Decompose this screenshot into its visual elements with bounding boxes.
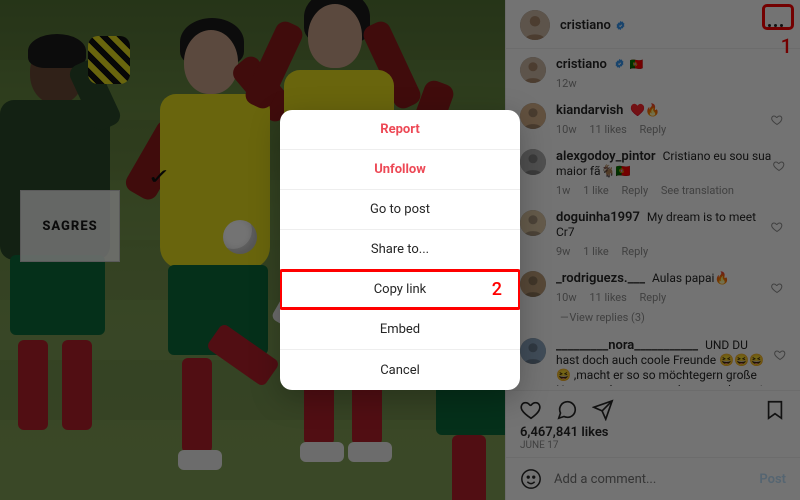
modal-overlay[interactable]: ReportUnfollowGo to postShare to...Copy … xyxy=(0,0,800,500)
options-menu: ReportUnfollowGo to postShare to...Copy … xyxy=(280,110,520,390)
annotation-label-2: 2 xyxy=(492,279,502,300)
menu-item-share-to[interactable]: Share to... xyxy=(280,230,520,270)
menu-item-embed[interactable]: Embed xyxy=(280,310,520,350)
menu-item-go-to-post[interactable]: Go to post xyxy=(280,190,520,230)
menu-item-unfollow[interactable]: Unfollow xyxy=(280,150,520,190)
menu-item-cancel[interactable]: Cancel xyxy=(280,350,520,390)
menu-item-copy-link[interactable]: Copy link2 xyxy=(280,270,520,310)
menu-item-report[interactable]: Report xyxy=(280,110,520,150)
annotation-box-2 xyxy=(280,269,520,310)
